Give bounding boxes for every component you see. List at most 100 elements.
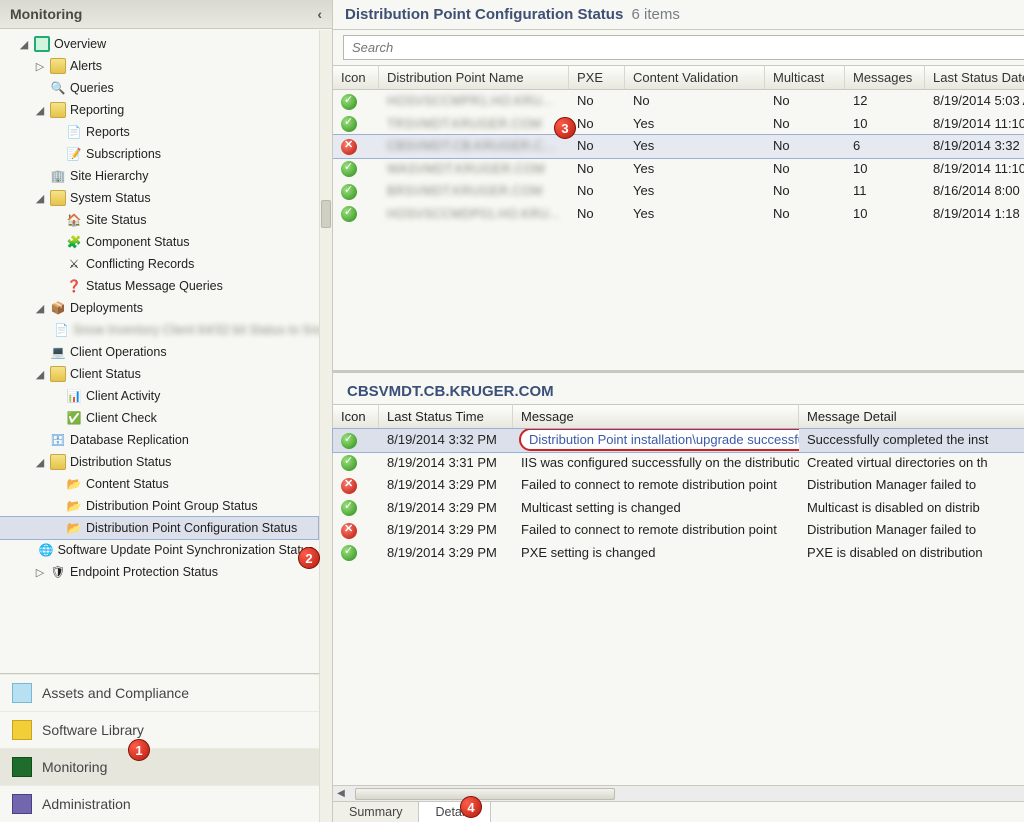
date-cell: 8/19/2014 1:18 PM: [925, 203, 1024, 226]
dcol-time[interactable]: Last Status Time: [379, 404, 513, 429]
status-cell: [333, 135, 379, 158]
detail-hscrollbar[interactable]: ◀ ▶: [333, 785, 1024, 801]
label: Distribution Status: [70, 455, 171, 469]
date-cell: 8/19/2014 11:10...: [925, 158, 1024, 181]
badge-1: 1: [128, 739, 150, 761]
collapse-nav-icon[interactable]: ‹: [317, 6, 322, 22]
tree-conflicting-records[interactable]: ⚔Conflicting Records: [0, 253, 318, 275]
col-name[interactable]: Distribution Point Name: [379, 65, 569, 90]
detail-cell: Distribution Manager failed to: [799, 474, 1024, 497]
scroll-left-icon[interactable]: ◀: [333, 788, 349, 799]
check-icon: [341, 545, 357, 561]
pxe-cell: No: [569, 158, 625, 181]
tab-summary[interactable]: Summary: [333, 802, 419, 822]
tree-status-msg-queries[interactable]: ❓Status Message Queries: [0, 275, 318, 297]
detail-row[interactable]: 8/19/2014 3:32 PMDistribution Point inst…: [333, 429, 1024, 452]
wunder-library[interactable]: Software Library: [0, 711, 332, 748]
label: Reports: [86, 125, 130, 139]
label: Assets and Compliance: [42, 685, 189, 701]
tree-dp-group-status[interactable]: 📂Distribution Point Group Status: [0, 495, 318, 517]
detail-row[interactable]: 8/19/2014 3:29 PMFailed to connect to re…: [333, 519, 1024, 542]
time-cell: 8/19/2014 3:29 PM: [379, 519, 513, 542]
tree-overview[interactable]: ◢Overview: [0, 33, 318, 55]
date-cell: 8/19/2014 3:32 PM: [925, 135, 1024, 158]
tree-sup-sync-status[interactable]: 🌐Software Update Point Synchronization S…: [0, 539, 318, 561]
tree-client-status[interactable]: ◢Client Status: [0, 363, 318, 385]
pxe-cell: No: [569, 113, 625, 136]
tree-db-replication[interactable]: 🗄Database Replication: [0, 429, 318, 451]
table-row[interactable]: HOSVSCCMPR1.HO.KRU...NoNoNo128/19/2014 5…: [333, 90, 1024, 113]
mc-cell: No: [765, 135, 845, 158]
dp-table-body[interactable]: HOSVSCCMPR1.HO.KRU...NoNoNo128/19/2014 5…: [333, 90, 1024, 370]
tree-queries[interactable]: 🔍Queries: [0, 77, 318, 99]
admin-icon: [12, 794, 32, 814]
overview-icon: [34, 36, 50, 52]
dcol-message[interactable]: Message: [513, 404, 799, 429]
search-input[interactable]: [344, 36, 1024, 59]
db-icon: 🗄: [50, 432, 66, 448]
tree-subscriptions[interactable]: 📝Subscriptions: [0, 143, 318, 165]
tree-deployments[interactable]: ◢📦Deployments: [0, 297, 318, 319]
endpoint-icon: 🛡: [50, 564, 66, 580]
table-row[interactable]: TRSVMDT.KRUGER.COMNoYesNo108/19/2014 11:…: [333, 113, 1024, 136]
site-status-icon: 🏠: [66, 212, 82, 228]
col-pxe[interactable]: PXE: [569, 65, 625, 90]
tree-client-ops[interactable]: 💻Client Operations: [0, 341, 318, 363]
dp-table-header: Icon Distribution Point Name PXE Content…: [333, 65, 1024, 90]
check-icon: [341, 455, 357, 471]
detail-table-body[interactable]: 8/19/2014 3:32 PMDistribution Point inst…: [333, 429, 1024, 564]
table-row[interactable]: BRSVMDT.KRUGER.COMNoYesNo118/16/2014 8:0…: [333, 180, 1024, 203]
col-last-status-date[interactable]: Last Status Date: [925, 65, 1024, 90]
tree-reports[interactable]: 📄Reports: [0, 121, 318, 143]
mc-cell: No: [765, 180, 845, 203]
cv-cell: Yes: [625, 158, 765, 181]
tree-content-status[interactable]: 📂Content Status: [0, 473, 318, 495]
client-ops-icon: 💻: [50, 344, 66, 360]
label: Conflicting Records: [86, 257, 194, 271]
wunder-monitoring[interactable]: Monitoring: [0, 748, 332, 785]
table-row[interactable]: HOSVSCCMDP01.HO.KRU...NoYesNo108/19/2014…: [333, 203, 1024, 226]
detail-row[interactable]: 8/19/2014 3:31 PMIIS was configured succ…: [333, 452, 1024, 475]
tree-site-hierarchy[interactable]: 🏢Site Hierarchy: [0, 165, 318, 187]
msg-cell: PXE setting is changed: [513, 542, 799, 565]
tree-component-status[interactable]: 🧩Component Status: [0, 231, 318, 253]
folder-icon: [50, 190, 66, 206]
nav-scroll-thumb[interactable]: [321, 200, 331, 228]
col-multicast[interactable]: Multicast: [765, 65, 845, 90]
dcol-detail[interactable]: Message Detail: [799, 404, 1024, 429]
tree-dp-config-status[interactable]: 📂Distribution Point Configuration Status: [0, 517, 318, 539]
pxe-cell: No: [569, 90, 625, 113]
nav-title: Monitoring: [10, 6, 82, 22]
content-status-icon: 📂: [66, 476, 82, 492]
tree-alerts[interactable]: ▷Alerts: [0, 55, 318, 77]
tree-site-status[interactable]: 🏠Site Status: [0, 209, 318, 231]
tree-deploy-item[interactable]: 📄Snow Inventory Client 64/32 bit Status …: [0, 319, 318, 341]
tree-client-activity[interactable]: 📊Client Activity: [0, 385, 318, 407]
table-row[interactable]: WASVMDT.KRUGER.COMNoYesNo108/19/2014 11:…: [333, 158, 1024, 181]
wunder-assets[interactable]: Assets and Compliance: [0, 674, 332, 711]
search-box[interactable]: [343, 35, 1024, 60]
col-icon[interactable]: Icon: [333, 65, 379, 90]
error-icon: [341, 139, 357, 155]
assets-icon: [12, 683, 32, 703]
dcol-icon[interactable]: Icon: [333, 404, 379, 429]
col-content-validation[interactable]: Content Validation: [625, 65, 765, 90]
tree-system-status[interactable]: ◢System Status: [0, 187, 318, 209]
hscroll-thumb[interactable]: [355, 788, 615, 800]
nav-tree[interactable]: ◢Overview ▷Alerts 🔍Queries ◢Reporting 📄R…: [0, 29, 332, 673]
status-cell: [333, 429, 379, 452]
badge-3: 3: [554, 117, 576, 139]
cv-cell: Yes: [625, 113, 765, 136]
col-messages[interactable]: Messages: [845, 65, 925, 90]
wunder-administration[interactable]: Administration: [0, 785, 332, 822]
dp-name-cell: HOSVSCCMPR1.HO.KRU...: [379, 90, 569, 113]
tree-client-check[interactable]: ✅Client Check: [0, 407, 318, 429]
tree-reporting[interactable]: ◢Reporting: [0, 99, 318, 121]
table-row[interactable]: CBSVMDT.CB.KRUGER.COMNoYesNo68/19/2014 3…: [333, 135, 1024, 158]
tree-endpoint-protection[interactable]: ▷🛡Endpoint Protection Status: [0, 561, 318, 583]
nav-scrollbar[interactable]: [319, 30, 332, 822]
detail-row[interactable]: 8/19/2014 3:29 PMMulticast setting is ch…: [333, 497, 1024, 520]
detail-row[interactable]: 8/19/2014 3:29 PMFailed to connect to re…: [333, 474, 1024, 497]
tree-distribution-status[interactable]: ◢Distribution Status: [0, 451, 318, 473]
detail-row[interactable]: 8/19/2014 3:29 PMPXE setting is changedP…: [333, 542, 1024, 565]
